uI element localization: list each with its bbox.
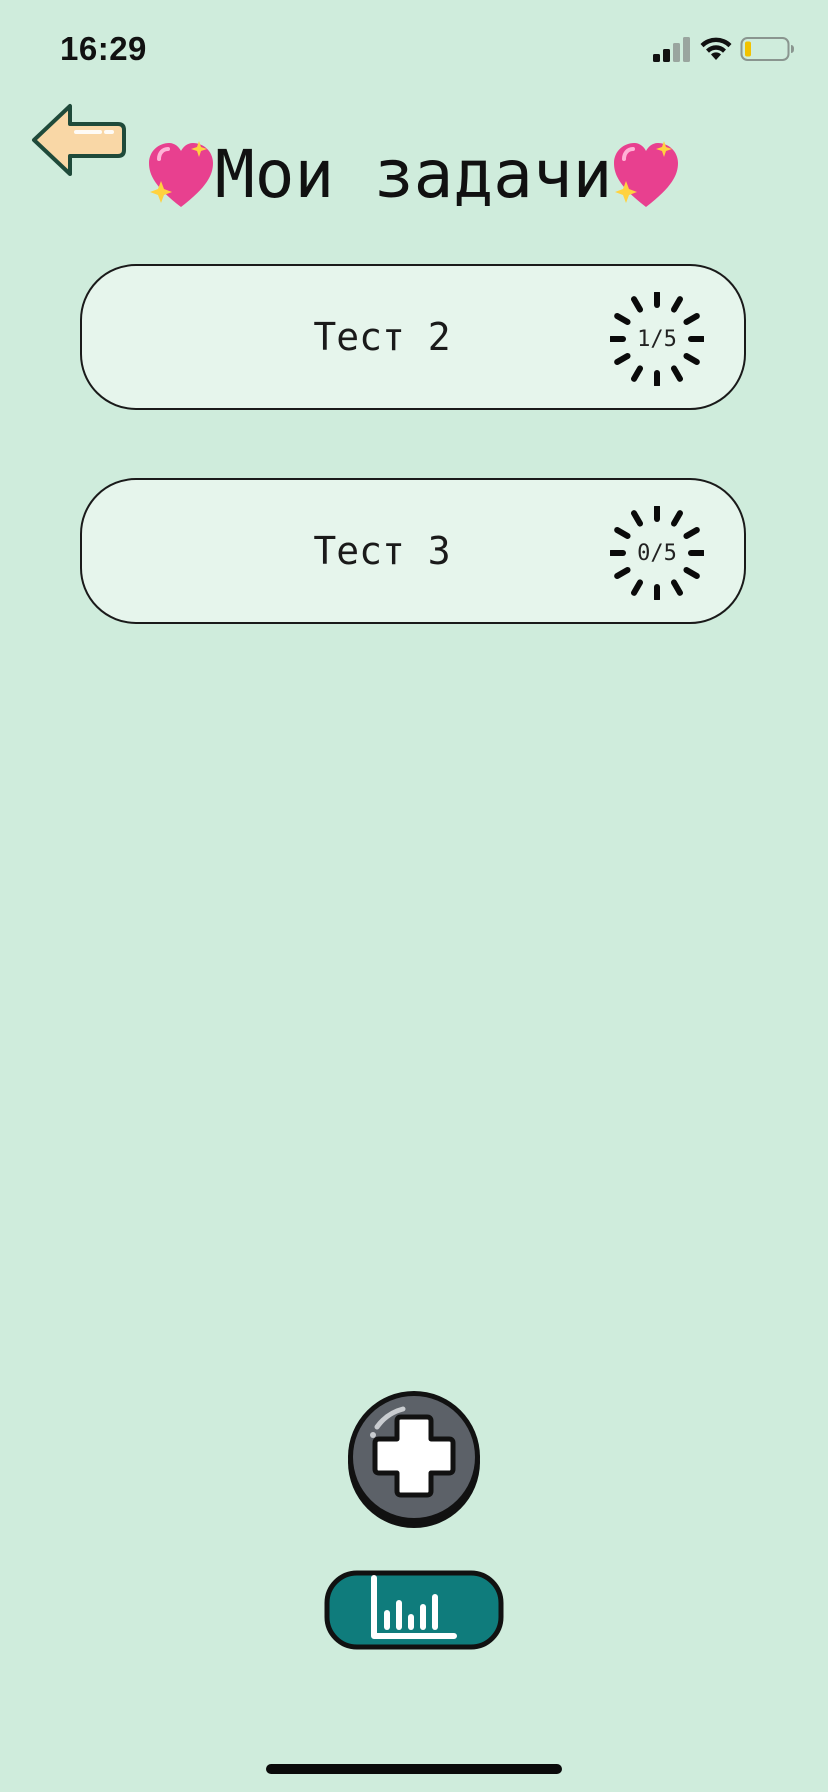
sparkling-heart-icon [149, 141, 213, 207]
task-card[interactable]: Тест 3 0/5 [80, 478, 746, 624]
task-card[interactable]: Тест 2 1/5 [80, 264, 746, 410]
statistics-button[interactable] [324, 1570, 504, 1650]
title-wrap: Мои задачи [145, 130, 685, 220]
status-time: 16:29 [60, 30, 147, 67]
bar-chart-icon [324, 1570, 504, 1650]
plus-icon [348, 1391, 480, 1528]
home-indicator [266, 1764, 562, 1774]
header: Мои задачи [0, 130, 828, 230]
task-title: Тест 2 [313, 315, 451, 359]
add-task-button[interactable] [343, 1387, 485, 1529]
cellular-signal-icon [653, 37, 690, 62]
task-progress-indicator: 0/5 [610, 506, 704, 600]
task-progress-label: 1/5 [637, 326, 677, 352]
page-title: Мои задачи [215, 136, 613, 213]
task-progress-label: 0/5 [637, 540, 677, 566]
sparkling-heart-icon [614, 141, 679, 207]
wifi-icon [700, 37, 732, 60]
task-progress-indicator: 1/5 [610, 292, 704, 386]
task-title: Тест 3 [313, 529, 451, 573]
battery-low-icon [740, 37, 794, 61]
status-bar: 16:29 [0, 0, 828, 100]
